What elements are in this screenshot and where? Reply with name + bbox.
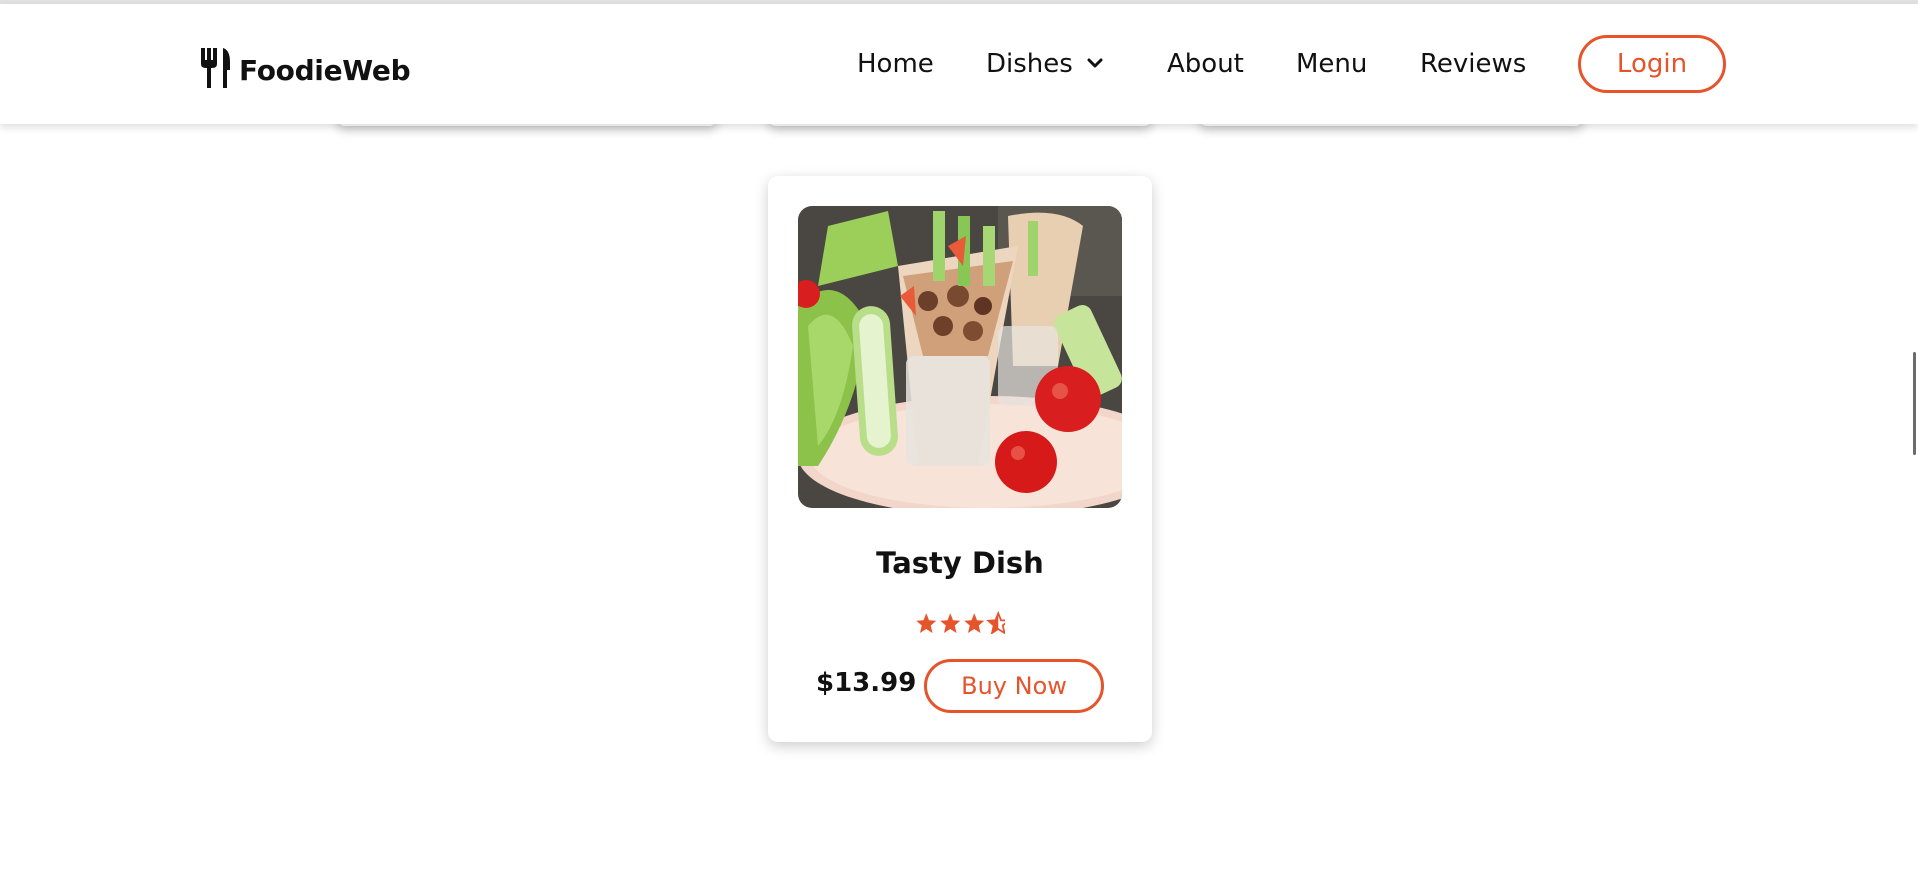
star-icon	[916, 613, 937, 633]
star-icon	[940, 613, 961, 633]
login-button[interactable]: Login	[1578, 35, 1726, 93]
nav-reviews[interactable]: Reviews	[1420, 49, 1526, 79]
scrollbar-thumb[interactable]	[1913, 352, 1916, 455]
brand-logo[interactable]: FoodieWeb	[199, 48, 411, 93]
dish-price: $13.99	[816, 668, 917, 698]
nav-dishes[interactable]: Dishes	[986, 49, 1105, 79]
dish-title: Tasty Dish	[876, 546, 1044, 580]
site-header: FoodieWeb Home Dishes About Menu Reviews…	[0, 4, 1918, 124]
star-rating	[768, 608, 1152, 634]
fork-knife-icon	[199, 48, 233, 93]
star-icon	[964, 613, 985, 633]
nav-about[interactable]: About	[1167, 49, 1244, 79]
dish-image	[798, 206, 1122, 508]
chevron-down-icon	[1085, 57, 1105, 71]
nav-menu[interactable]: Menu	[1296, 49, 1367, 79]
buy-now-button[interactable]: Buy Now	[924, 659, 1104, 713]
nav-dishes-label: Dishes	[986, 49, 1073, 79]
brand-name: FoodieWeb	[239, 54, 411, 87]
dish-card: Tasty Dish $13.99 Buy Now	[768, 176, 1152, 742]
nav-home[interactable]: Home	[857, 49, 934, 79]
star-half-icon	[987, 612, 1005, 634]
